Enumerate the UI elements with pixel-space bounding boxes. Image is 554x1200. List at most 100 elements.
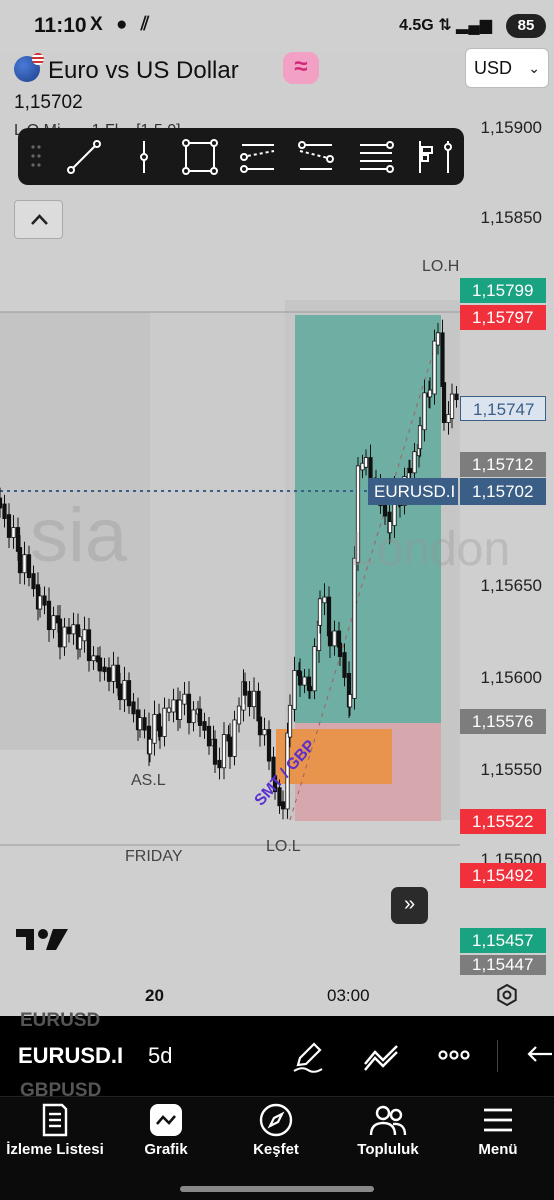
- candle-body: [122, 680, 127, 701]
- long-position-tool-icon[interactable]: [414, 137, 454, 177]
- drag-handle-icon[interactable]: [30, 144, 42, 168]
- price-axis-label: 1,15850: [480, 208, 542, 227]
- candle-body: [307, 686, 313, 692]
- candle-body: [332, 630, 337, 647]
- price-tag: 1,15799: [460, 278, 546, 303]
- candle-body: [86, 629, 92, 662]
- collapse-legend-button[interactable]: [14, 200, 63, 239]
- instrument-title[interactable]: Euro vs US Dollar: [14, 53, 239, 85]
- candle-body: [360, 462, 365, 471]
- candle-body: [441, 382, 447, 424]
- undo-icon[interactable]: [526, 1044, 552, 1068]
- time-axis-label: 03:00: [327, 986, 370, 1005]
- tradingview-logo-icon: [16, 929, 68, 950]
- nav-label: Grafik: [144, 1141, 188, 1158]
- status-bar: 11:10 X ● ⫽ 4.5G ⇅ ▂▄▆ 85: [0, 0, 554, 52]
- candle-body: [454, 393, 459, 401]
- price-tag: 1,15457: [460, 928, 546, 953]
- symbol-pill: EURUSD.I: [368, 478, 458, 505]
- candle-body: [236, 705, 242, 725]
- chart-settings-icon[interactable]: [495, 983, 519, 1007]
- candle-body: [432, 340, 437, 395]
- price-axis-label: 1,15650: [480, 576, 542, 595]
- candle-body: [342, 652, 347, 678]
- lo-l-label: LO.L: [266, 838, 301, 855]
- timeframe-button[interactable]: 5d: [148, 1043, 172, 1069]
- scroll-to-realtime-button[interactable]: »: [391, 887, 428, 924]
- status-time: 11:10: [34, 14, 87, 37]
- price-tag: 1,15576: [460, 709, 546, 734]
- candle-body: [62, 626, 67, 648]
- candle-body: [0, 497, 3, 509]
- candle-body: [177, 699, 183, 720]
- instrument-name: Euro vs US Dollar: [48, 57, 239, 84]
- candle-body: [292, 670, 297, 710]
- candle-body: [171, 699, 176, 713]
- symbol-name[interactable]: EURUSD.I: [18, 1043, 123, 1069]
- indicators-icon[interactable]: [362, 1040, 400, 1072]
- candle-body: [317, 598, 323, 626]
- candle-body: [435, 332, 441, 346]
- candle-body: [147, 738, 153, 755]
- nav-menu[interactable]: Menü: [443, 1103, 553, 1158]
- nav-chart[interactable]: Grafik: [111, 1103, 221, 1158]
- candle-body: [262, 729, 267, 736]
- candle-body: [247, 690, 252, 708]
- candle-body: [2, 503, 7, 519]
- candle-body: [302, 676, 307, 686]
- candle-body: [280, 801, 286, 810]
- drawing-toolbar: [18, 128, 464, 185]
- candle-body: [197, 708, 203, 726]
- candle-body: [142, 717, 147, 731]
- candle-body: [131, 701, 136, 715]
- lo-h-label: LO.H: [422, 258, 460, 275]
- asia-session-zone-end: [150, 312, 285, 750]
- friday-label: FRIDAY: [125, 848, 183, 865]
- candle-body: [266, 729, 272, 762]
- regression-channel-tool-icon[interactable]: [296, 137, 336, 177]
- currency-select[interactable]: USD ⌄: [465, 48, 549, 88]
- candle-body: [232, 719, 237, 757]
- candle-body: [6, 514, 12, 538]
- candle-body: [157, 726, 163, 737]
- candle-body: [427, 389, 433, 398]
- candle-body: [312, 646, 317, 692]
- approx-indicator-icon[interactable]: ≈: [283, 52, 319, 84]
- price-tag: 1,15492: [460, 863, 546, 888]
- nav-watchlist[interactable]: İzleme Listesi: [0, 1103, 110, 1158]
- price-tag: 1,15447: [460, 955, 546, 975]
- price-tag: 1,15702: [460, 478, 546, 505]
- home-indicator: [180, 1186, 374, 1192]
- candle-body: [407, 467, 413, 474]
- trend-line-tool-icon[interactable]: [64, 137, 104, 177]
- candle-body: [162, 707, 167, 737]
- price-tag: 1,15797: [460, 305, 546, 330]
- candle-body: [347, 694, 353, 708]
- candle-body: [191, 709, 196, 724]
- candle-body: [257, 716, 263, 736]
- candle-body: [17, 547, 23, 574]
- price-axis-label: 1,15600: [480, 668, 542, 687]
- nav-label: Topluluk: [357, 1141, 419, 1158]
- candle-body: [57, 618, 63, 648]
- nav-explore[interactable]: Keşfet: [221, 1103, 331, 1158]
- candle-body: [102, 666, 107, 673]
- prev-symbol-ghost: EURUSD: [20, 1010, 101, 1031]
- candle-body: [322, 596, 327, 604]
- candle-body: [327, 631, 333, 647]
- pencil-icon[interactable]: [290, 1038, 326, 1074]
- nav-community[interactable]: Topluluk: [333, 1103, 443, 1158]
- vertical-line-tool-icon[interactable]: [124, 137, 164, 177]
- more-options-icon[interactable]: [438, 1047, 470, 1063]
- rectangle-tool-icon[interactable]: [180, 137, 220, 177]
- candle-body: [97, 657, 103, 672]
- status-right-icons: 4.5G ⇅ ▂▄▆: [399, 17, 492, 34]
- chart-icon: [150, 1104, 182, 1136]
- chart-area[interactable]: sia London LO.H AS.L LO.L FRIDAY SMT / G…: [0, 52, 554, 1016]
- candle-body: [297, 671, 303, 686]
- header-price: 1,15702: [14, 92, 83, 113]
- eur-usd-flag-icon: [14, 53, 44, 82]
- fib-retracement-tool-icon[interactable]: [356, 137, 396, 177]
- parallel-channel-tool-icon[interactable]: [238, 137, 278, 177]
- candle-body: [77, 636, 83, 650]
